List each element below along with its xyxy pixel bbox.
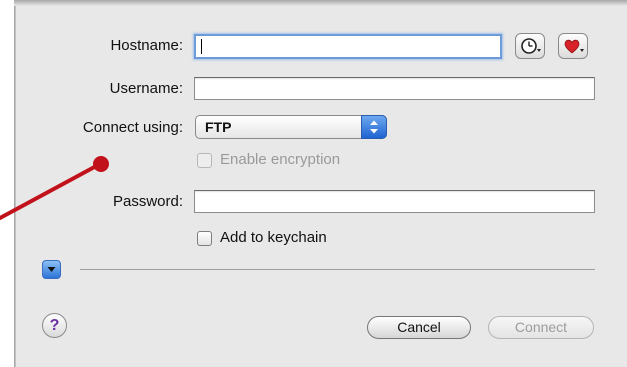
sheet-top-shadow [14, 0, 627, 6]
history-button[interactable] [515, 33, 545, 59]
popup-arrows-icon [361, 115, 387, 139]
connect-using-label: Connect using: [82, 119, 183, 136]
favorites-button[interactable] [558, 33, 588, 59]
cancel-button[interactable]: Cancel [367, 316, 471, 339]
help-button[interactable]: ? [42, 313, 67, 338]
add-to-keychain-checkbox[interactable] [197, 231, 212, 246]
clock-icon [521, 38, 541, 54]
advanced-divider [80, 269, 595, 270]
password-label: Password: [112, 193, 183, 210]
password-field[interactable] [194, 190, 595, 213]
username-label: Username: [109, 80, 183, 97]
username-field[interactable] [194, 77, 595, 100]
text-caret [201, 39, 202, 54]
protocol-selected: FTP [205, 119, 232, 135]
enable-encryption-checkbox[interactable] [197, 153, 212, 168]
hostname-field[interactable] [194, 34, 502, 59]
help-icon: ? [49, 317, 60, 334]
sheet-edge [14, 0, 16, 367]
disclosure-triangle-icon [47, 267, 56, 272]
hostname-label: Hostname: [110, 37, 183, 54]
disclosure-button[interactable] [42, 260, 61, 279]
add-to-keychain-label: Add to keychain [220, 229, 327, 246]
connect-button[interactable]: Connect [488, 316, 594, 339]
protocol-popup[interactable]: FTP [195, 115, 387, 139]
heart-icon [564, 39, 584, 54]
enable-encryption-label: Enable encryption [220, 151, 341, 168]
